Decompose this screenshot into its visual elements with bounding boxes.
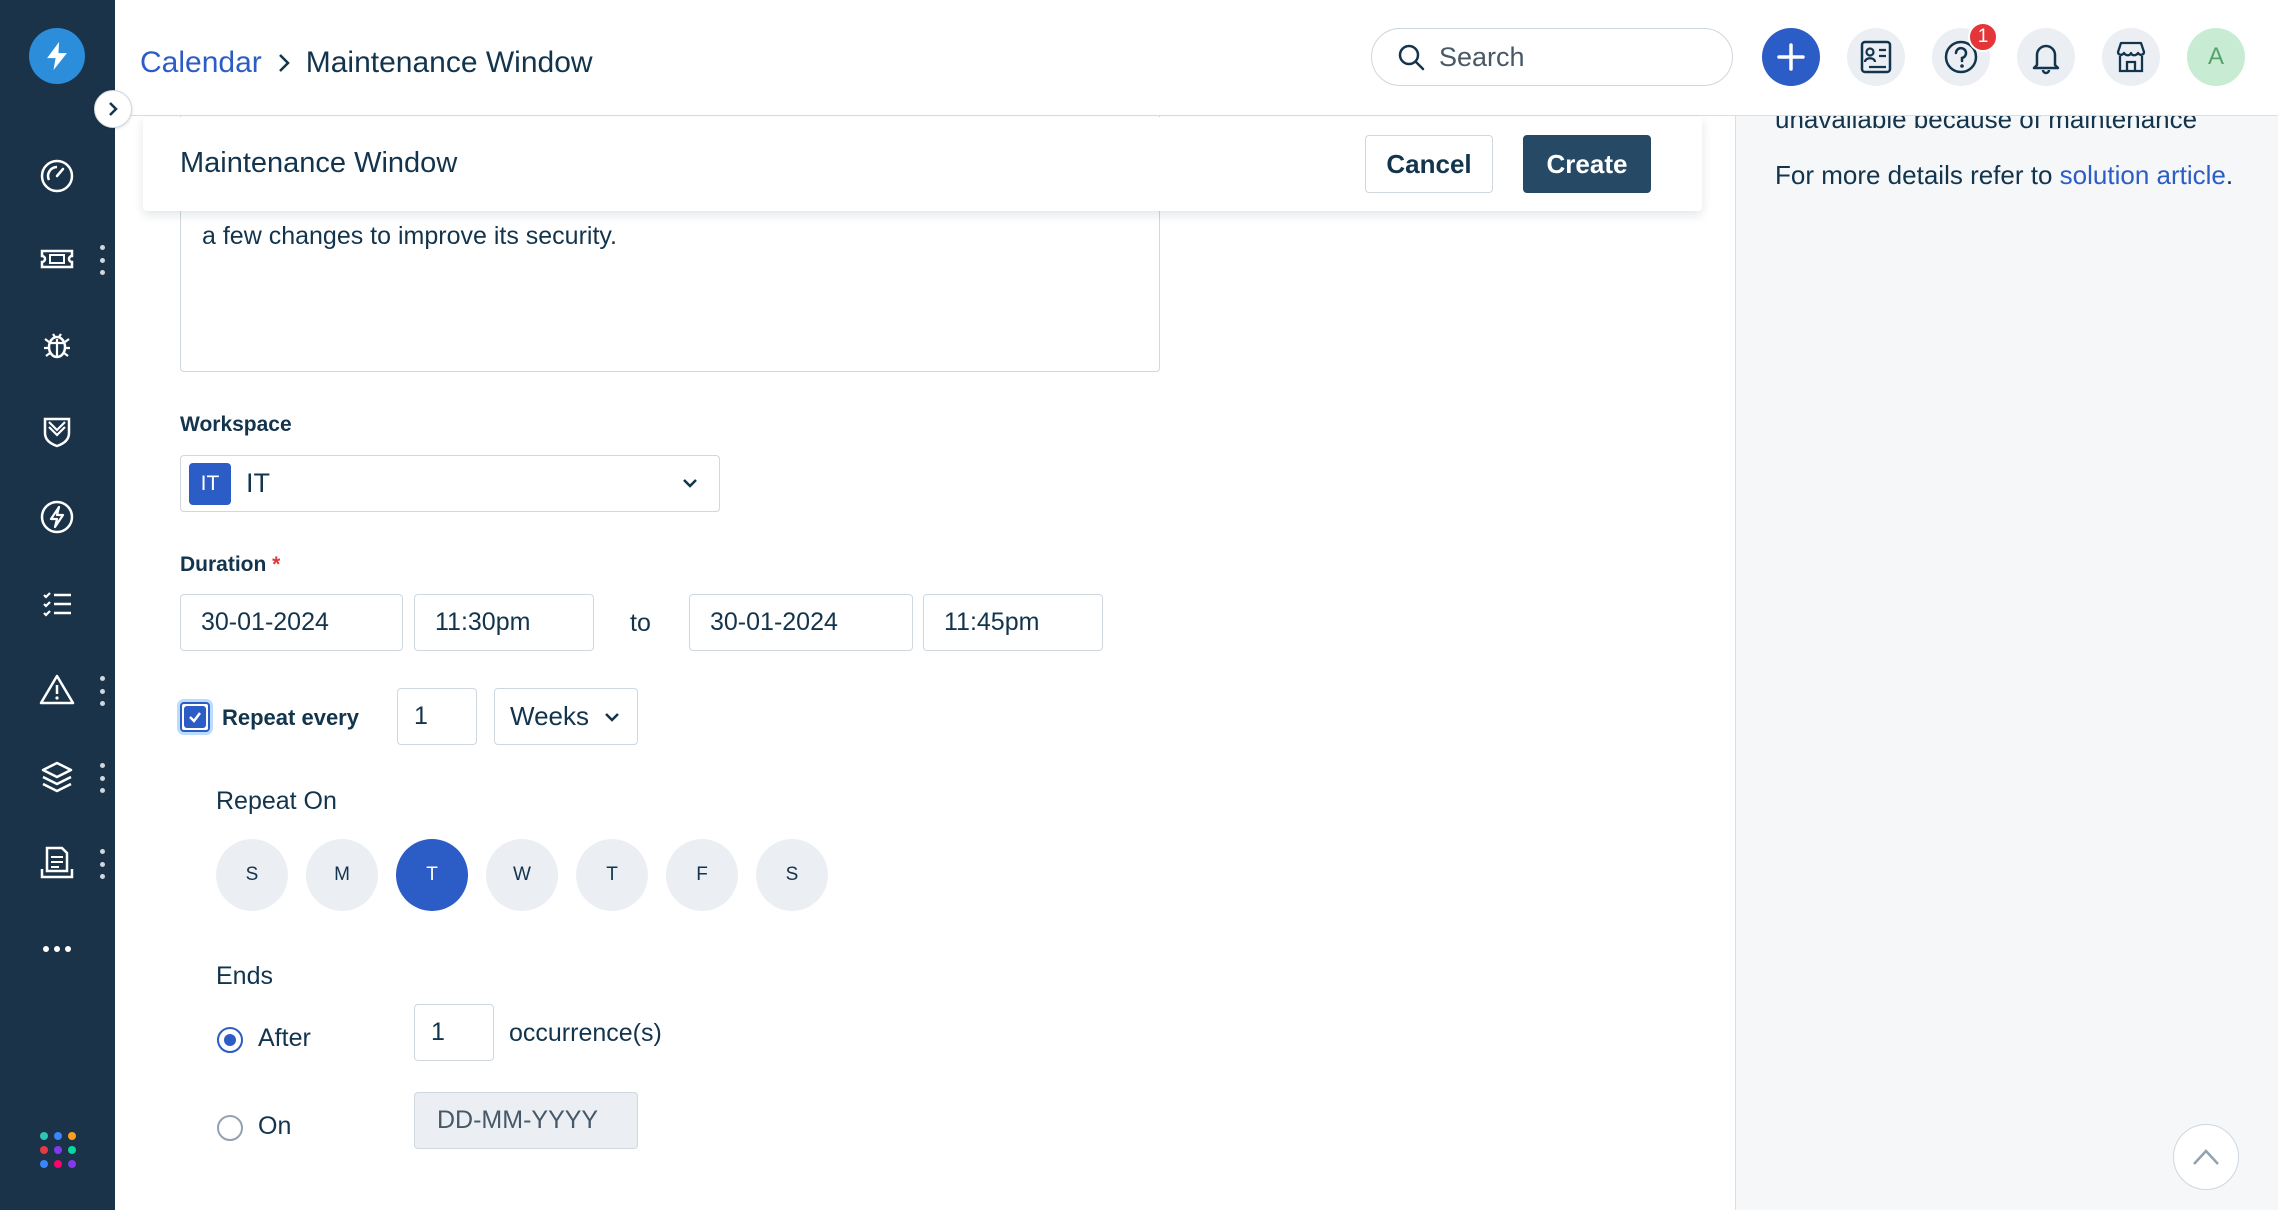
ends-after-label[interactable]: After [258,1024,311,1053]
cancel-button[interactable]: Cancel [1365,135,1493,193]
breadcrumb: Calendar Maintenance Window [140,46,593,80]
ends-on-label[interactable]: On [258,1112,291,1141]
checkmark-icon [184,706,206,728]
expand-sidebar-button[interactable] [94,90,132,128]
marketplace-button[interactable] [2102,28,2160,86]
weekday-button[interactable]: T [396,839,468,911]
more-icon[interactable] [30,922,84,976]
description-text: a few changes to improve its security. [202,222,617,250]
start-date-field[interactable]: 30-01-2024 [180,594,403,651]
chevron-down-icon [683,479,697,488]
to-text: to [630,609,651,637]
avatar[interactable]: A [2187,28,2245,86]
solution-article-link[interactable]: solution article [2060,160,2226,190]
duration-label-text: Duration [180,553,267,576]
releases-icon[interactable] [30,490,84,544]
reports-icon[interactable] [30,836,84,890]
info-panel: unavailable because of maintenance For m… [1735,116,2278,1210]
weekday-button[interactable]: T [576,839,648,911]
ends-label: Ends [216,962,273,990]
info-details-prefix: For more details refer to [1775,160,2060,190]
help-badge: 1 [1968,22,1998,52]
changes-icon[interactable] [30,404,84,458]
required-mark: * [272,553,281,576]
weekday-button[interactable]: S [756,839,828,911]
info-details: For more details refer to solution artic… [1775,160,2233,191]
assets-icon[interactable] [30,750,84,804]
occurrences-text: occurrence(s) [509,1019,662,1047]
chevron-up-icon [2193,1149,2219,1165]
plus-icon [1777,43,1805,71]
create-button[interactable]: Create [1523,135,1651,193]
repeat-unit-value: Weeks [510,701,589,731]
info-details-suffix: . [2225,160,2234,190]
workspace-value: IT [246,468,270,498]
weekday-button[interactable]: S [216,839,288,911]
help-button[interactable]: 1 [1932,22,1998,86]
chevron-right-icon [276,52,292,74]
repeat-unit-select[interactable]: Weeks [494,688,638,745]
contact-list-icon [1860,40,1892,74]
repeat-label[interactable]: Repeat every [222,705,359,731]
bell-icon [2032,44,2060,75]
end-time-field[interactable]: 11:45pm [923,594,1103,651]
repeat-interval-input[interactable]: 1 [397,688,477,745]
search-box[interactable] [1371,28,1733,86]
maintenance-form: a few changes to improve its security. W… [115,116,1735,1210]
form-header: Maintenance Window Cancel Create [143,117,1702,211]
contacts-button[interactable] [1847,28,1905,86]
weekday-button[interactable]: F [666,839,738,911]
workspace-label: Workspace [180,413,292,436]
workspace-chip: IT [189,462,231,505]
start-time-field[interactable]: 11:30pm [414,594,594,651]
tasks-icon[interactable] [30,577,84,631]
dashboard-icon[interactable] [30,149,84,203]
repeat-on-label: Repeat On [216,787,337,815]
weekday-button[interactable]: W [486,839,558,911]
alerts-more-icon[interactable] [96,676,108,706]
reports-more-icon[interactable] [96,849,108,879]
chevron-right-icon [109,102,118,116]
scroll-to-top-button[interactable] [2173,1124,2239,1190]
repeat-checkbox[interactable] [180,702,210,732]
search-input[interactable] [1439,41,1699,73]
info-text-partial: unavailable because of maintenance [1775,116,2198,134]
store-icon [2116,41,2146,73]
new-item-button[interactable] [1762,28,1820,86]
duration-label: Duration * [180,553,280,577]
ends-on-radio[interactable] [217,1115,243,1141]
assets-more-icon[interactable] [96,763,108,793]
apps-grid-icon[interactable] [40,1132,76,1168]
tickets-more-icon[interactable] [96,245,108,275]
sidebar [0,0,115,1210]
form-title: Maintenance Window [180,147,458,179]
ends-after-radio[interactable] [217,1027,243,1053]
chevron-down-icon [605,713,619,722]
end-date-field[interactable]: 30-01-2024 [689,594,913,651]
ends-on-date-field: DD-MM-YYYY [414,1092,638,1149]
alerts-icon[interactable] [30,663,84,717]
notifications-button[interactable] [2017,28,2075,86]
breadcrumb-calendar-link[interactable]: Calendar [140,46,262,80]
tickets-icon[interactable] [30,232,84,286]
breadcrumb-current: Maintenance Window [305,46,593,79]
occurrences-input[interactable]: 1 [414,1004,494,1061]
search-icon [1398,44,1425,71]
workspace-select[interactable]: IT IT [180,455,720,512]
top-header: Calendar Maintenance Window 1 A [115,0,2278,116]
weekday-button[interactable]: M [306,839,378,911]
freshservice-logo-icon[interactable] [29,28,85,84]
problems-icon[interactable] [30,318,84,372]
